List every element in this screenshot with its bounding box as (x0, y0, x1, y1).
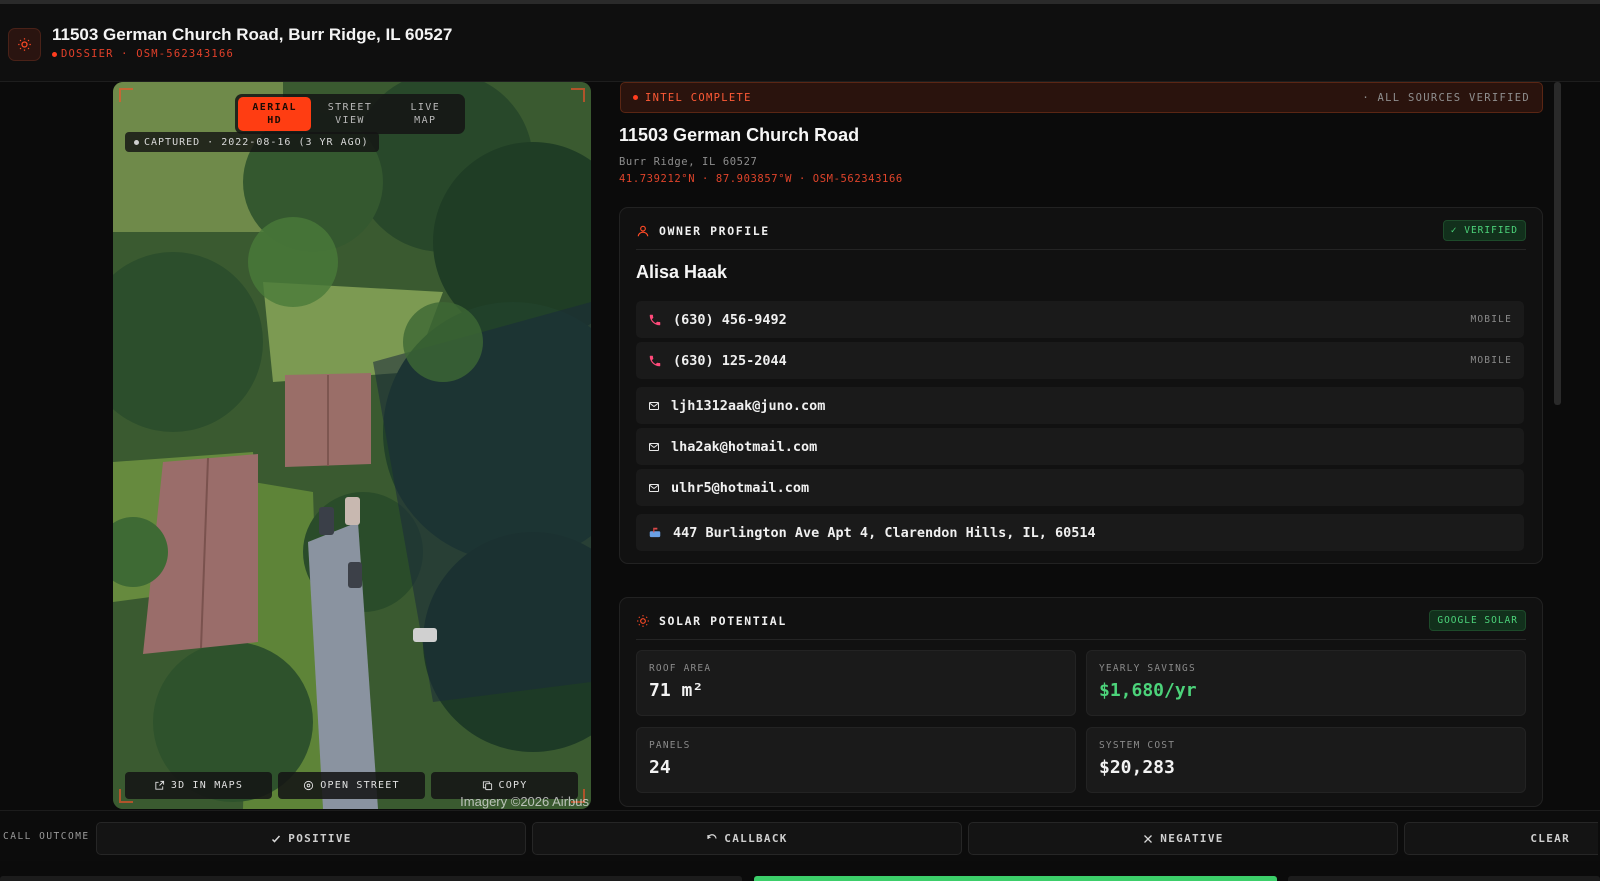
positive-button[interactable]: POSITIVE (96, 822, 526, 855)
solar-potential-title: SOLAR POTENTIAL (659, 613, 787, 628)
owner-profile-card: OWNER PROFILE ✓ VERIFIED Alisa Haak (630… (619, 207, 1543, 564)
page-title: 11503 German Church Road, Burr Ridge, IL… (52, 25, 453, 44)
dossier-subtitle: DOSSIER · OSM-562343166 (52, 48, 234, 60)
tab-live-map[interactable]: LIVE MAP (389, 97, 462, 131)
sun-icon (8, 28, 41, 61)
dossier-id: DOSSIER · OSM-562343166 (61, 48, 234, 60)
email-address: lha2ak@hotmail.com (671, 438, 818, 455)
call-outcome-label: CALL OUTCOME (3, 831, 90, 842)
phone-icon (649, 355, 661, 366)
intel-status: INTEL COMPLETE (645, 91, 752, 104)
mail-icon (649, 442, 659, 451)
phone-row[interactable]: (630) 456-9492 MOBILE (636, 301, 1524, 338)
roof-area-stat: ROOF AREA 71 m² (636, 650, 1076, 716)
google-solar-badge: GOOGLE SOLAR (1429, 610, 1526, 631)
panels-stat: PANELS 24 (636, 727, 1076, 793)
verified-badge: ✓ VERIFIED (1442, 220, 1526, 241)
open-street-button[interactable]: OPEN STREET (278, 772, 425, 799)
phone-icon (649, 314, 661, 325)
property-coordinates: 41.739212°N · 87.903857°W · OSM-56234316… (619, 173, 903, 185)
owner-profile-header: OWNER PROFILE ✓ VERIFIED (636, 220, 1526, 250)
aerial-map[interactable]: AERIAL HD STREET VIEW LIVE MAP CAPTURED · 2… (113, 82, 591, 809)
refresh-icon (707, 833, 717, 839)
email-row[interactable]: ljh1312aak@juno.com (636, 387, 1524, 424)
bottom-action-right[interactable] (1288, 876, 1600, 881)
email-address: ljh1312aak@juno.com (671, 397, 826, 414)
status-dot (633, 95, 638, 100)
sun-icon (637, 614, 649, 627)
bottom-action-left[interactable] (0, 876, 742, 881)
map-view-tabs: AERIAL HD STREET VIEW LIVE MAP (235, 94, 465, 134)
frame-corner-tl (119, 88, 133, 102)
bottom-action-primary[interactable] (754, 876, 1277, 881)
owner-name: Alisa Haak (636, 262, 728, 282)
mailbox-icon (649, 527, 661, 537)
user-icon (637, 225, 649, 236)
frame-corner-tr (571, 88, 585, 102)
intel-status-bar: INTEL COMPLETE · ALL SOURCES VERIFIED (620, 82, 1543, 113)
sources-status: · ALL SOURCES VERIFIED (1362, 91, 1530, 104)
property-address: 11503 German Church Road (619, 125, 860, 145)
page-header: 11503 German Church Road, Burr Ridge, IL… (0, 4, 1600, 82)
yearly-savings-stat: YEARLY SAVINGS $1,680/yr (1086, 650, 1526, 716)
aerial-imagery (113, 82, 591, 809)
mail-icon (649, 401, 659, 410)
imagery-attribution: Imagery ©2026 Airbus (460, 794, 589, 809)
system-cost-stat: SYSTEM COST $20,283 (1086, 727, 1526, 793)
tab-street-view[interactable]: STREET VIEW (313, 97, 386, 131)
property-city: Burr Ridge, IL 60527 (619, 156, 758, 168)
owner-profile-title: OWNER PROFILE (659, 223, 770, 238)
copy-icon (482, 781, 492, 791)
open-3d-maps-button[interactable]: 3D IN MAPS (125, 772, 272, 799)
mailing-address: 447 Burlington Ave Apt 4, Clarendon Hill… (673, 524, 1096, 541)
email-row[interactable]: ulhr5@hotmail.com (636, 469, 1524, 506)
solar-potential-header: SOLAR POTENTIAL GOOGLE SOLAR (636, 610, 1526, 640)
tab-aerial-hd[interactable]: AERIAL HD (238, 97, 312, 131)
negative-button[interactable]: NEGATIVE (968, 822, 1398, 855)
x-icon (1144, 834, 1153, 843)
phone-number: (630) 456-9492 (673, 311, 787, 328)
phone-type: MOBILE (1470, 314, 1512, 325)
email-address: ulhr5@hotmail.com (671, 479, 810, 496)
panel-scrollbar[interactable] (1554, 82, 1561, 405)
call-outcome-bar: CALL OUTCOME POSITIVE CALLBACK NEGATIVE … (0, 810, 1600, 861)
phone-row[interactable]: (630) 125-2044 MOBILE (636, 342, 1524, 379)
mailing-address-row[interactable]: 447 Burlington Ave Apt 4, Clarendon Hill… (636, 514, 1524, 551)
phone-number: (630) 125-2044 (673, 352, 787, 369)
check-icon (272, 834, 281, 843)
external-link-icon (155, 780, 164, 790)
status-dot (52, 51, 57, 57)
clear-button[interactable]: CLEAR (1404, 822, 1598, 855)
target-icon (304, 780, 314, 791)
callback-button[interactable]: CALLBACK (532, 822, 962, 855)
solar-potential-card: SOLAR POTENTIAL GOOGLE SOLAR ROOF AREA 7… (619, 597, 1543, 807)
capture-date-badge: CAPTURED · 2022-08-16 (3 YR AGO) (125, 132, 379, 152)
phone-type: MOBILE (1470, 355, 1512, 366)
capture-dot-icon (134, 139, 139, 145)
mail-icon (649, 483, 659, 492)
email-row[interactable]: lha2ak@hotmail.com (636, 428, 1524, 465)
